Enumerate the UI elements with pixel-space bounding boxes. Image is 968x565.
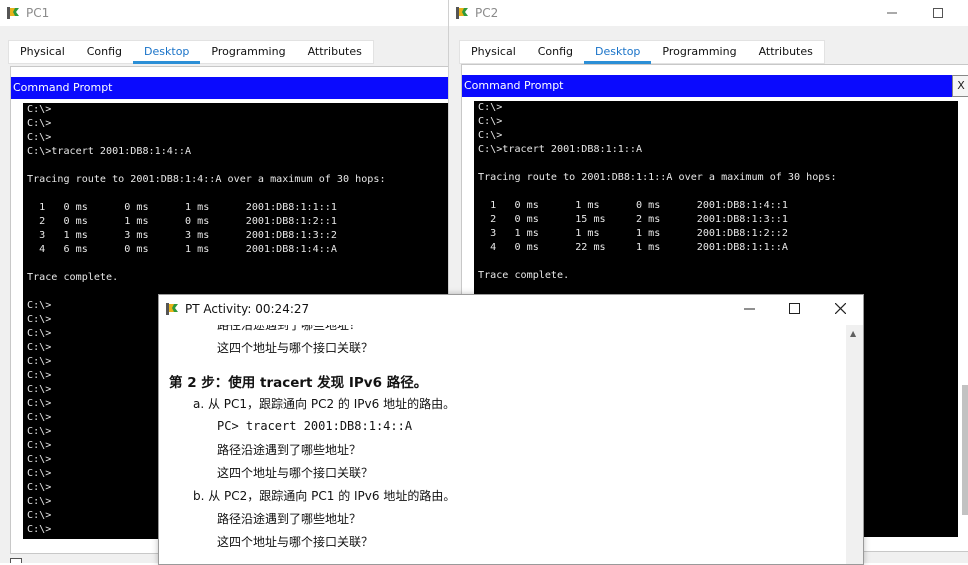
pc1-titlebar[interactable]: PC1 (0, 0, 448, 26)
pc2-scrollbar-thumb[interactable] (962, 385, 968, 515)
pc2-tab-bar: Physical Config Desktop Programming Attr… (459, 40, 825, 64)
activity-content: 路径沿途遇到了哪些地址？ 这四个地址与哪个接口关联？ 第 2 步：使用 trac… (159, 325, 845, 564)
pc2-tab-desktop[interactable]: Desktop (584, 41, 652, 64)
close-icon[interactable] (825, 295, 855, 321)
pc1-command-prompt-title: Command Prompt (13, 81, 113, 94)
pc2-tab-programming[interactable]: Programming (651, 41, 747, 63)
maximize-icon[interactable] (923, 0, 953, 26)
pc1-tab-programming[interactable]: Programming (200, 41, 296, 63)
activity-item-a: a. 从 PC1，跟踪通向 PC2 的 IPv6 地址的路由。 (193, 397, 456, 411)
close-icon[interactable]: X (952, 75, 968, 97)
activity-scrollbar[interactable]: ▲ (846, 325, 863, 564)
activity-line: 路径沿途遇到了哪些地址？ (217, 443, 362, 457)
pc1-tab-bar: Physical Config Desktop Programming Attr… (8, 40, 374, 64)
minimize-icon[interactable] (877, 0, 907, 26)
pc2-titlebar[interactable]: PC2 (449, 0, 968, 26)
activity-titlebar[interactable]: PT Activity: 00:24:27 (159, 295, 863, 323)
pc2-title: PC2 (475, 6, 499, 20)
pc1-bottom-checkbox[interactable] (10, 558, 22, 563)
pc2-tab-config[interactable]: Config (527, 41, 584, 63)
pc1-title: PC1 (26, 6, 50, 20)
pc1-tab-attributes[interactable]: Attributes (297, 41, 373, 63)
pc2-console-output: C:\> C:\> C:\> C:\>tracert 2001:DB8:1:1:… (478, 102, 837, 281)
pc1-tab-physical[interactable]: Physical (9, 41, 76, 63)
pc2-command-prompt-title: Command Prompt (464, 79, 564, 92)
pt-activity-window: PT Activity: 00:24:27 路径沿途遇到了哪些地址？ 这四个地址… (158, 294, 864, 565)
activity-item-b: b. 从 PC2，跟踪通向 PC1 的 IPv6 地址的路由。 (193, 489, 456, 503)
maximize-icon[interactable] (779, 295, 809, 321)
activity-line: 这四个地址与哪个接口关联？ (217, 466, 374, 480)
pc2-command-prompt-titlebar: Command Prompt X (462, 75, 968, 97)
pc1-tab-config[interactable]: Config (76, 41, 133, 63)
scroll-up-arrow-icon[interactable]: ▲ (850, 329, 856, 338)
packet-tracer-icon (6, 6, 20, 20)
packet-tracer-icon (455, 6, 469, 20)
packet-tracer-icon (165, 302, 179, 316)
pc2-tab-attributes[interactable]: Attributes (748, 41, 824, 63)
activity-command: PC> tracert 2001:DB8:1:4::A (217, 419, 413, 433)
activity-line: 这四个地址与哪个接口关联？ (217, 535, 374, 549)
activity-line: 路径沿途遇到了哪些地址？ (217, 512, 362, 526)
minimize-icon[interactable] (734, 295, 764, 321)
pc1-tab-desktop[interactable]: Desktop (133, 41, 201, 64)
pc2-tab-physical[interactable]: Physical (460, 41, 527, 63)
step-heading: 第 2 步：使用 tracert 发现 IPv6 路径。 (169, 375, 428, 391)
pc1-command-prompt-titlebar: Command Prompt (11, 77, 448, 99)
activity-line: 这四个地址与哪个接口关联？ (217, 341, 374, 355)
activity-line: 路径沿途遇到了哪些地址？ (217, 325, 362, 332)
activity-title: PT Activity: 00:24:27 (185, 302, 310, 316)
